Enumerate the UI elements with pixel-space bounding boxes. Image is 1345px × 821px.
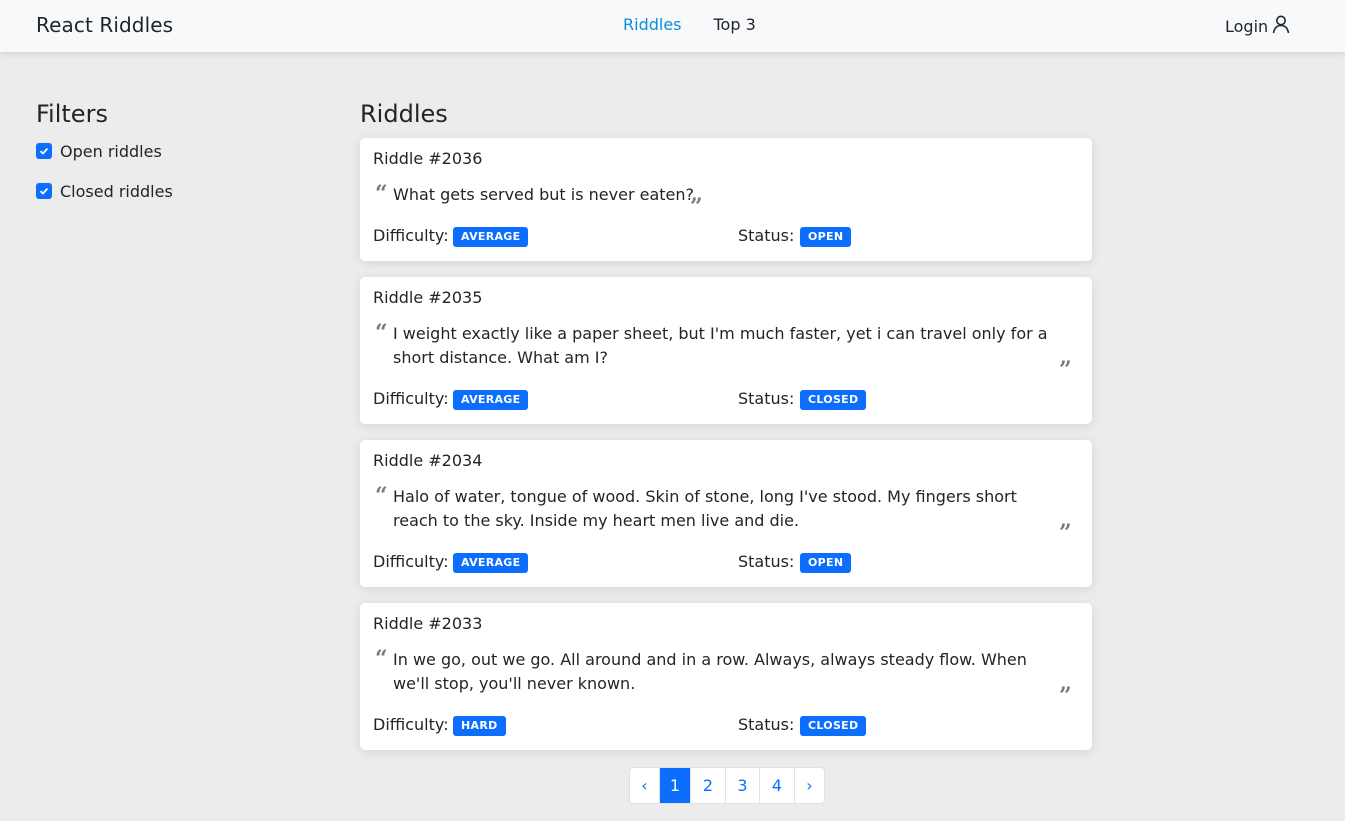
pagination-next-button[interactable]: › — [795, 768, 824, 803]
filter-label[interactable]: Open riddles — [60, 142, 162, 161]
riddles-section: Riddles — [360, 100, 1092, 139]
quote-open-icon: “ — [375, 483, 388, 509]
nav-link-top3[interactable]: Top 3 — [714, 15, 756, 34]
riddle-card: Riddle #2036 “ What gets served but is n… — [360, 138, 1092, 261]
riddle-title: Riddle #2035 — [373, 288, 483, 307]
nav-link-riddles[interactable]: Riddles — [623, 15, 682, 34]
difficulty-badge: AVERAGE — [453, 227, 529, 247]
pagination-page-3[interactable]: 3 — [726, 768, 760, 803]
riddle-card: Riddle #2034 “ Halo of water, tongue of … — [360, 440, 1092, 587]
nav-links: Riddles Top 3 — [623, 15, 756, 34]
pagination-page-2[interactable]: 2 — [691, 768, 726, 803]
quote-close-icon: ” — [1059, 357, 1072, 383]
status-label: Status: — [738, 226, 795, 245]
status-label: Status: — [738, 715, 795, 734]
riddle-title: Riddle #2033 — [373, 614, 483, 633]
riddle-text: Halo of water, tongue of wood. Skin of s… — [393, 487, 1017, 530]
riddles-title: Riddles — [360, 100, 448, 128]
filter-label[interactable]: Closed riddles — [60, 182, 173, 201]
quote-open-icon: “ — [375, 320, 388, 346]
status-badge: CLOSED — [800, 390, 867, 410]
login-label: Login — [1225, 16, 1269, 36]
quote-close-icon: ” — [1059, 683, 1072, 709]
pagination: ‹ 1 2 3 4 › — [629, 767, 825, 804]
pagination-page-1[interactable]: 1 — [660, 768, 691, 803]
pagination-page-4[interactable]: 4 — [760, 768, 795, 803]
top-navbar: React Riddles Riddles Top 3 Login — [0, 0, 1345, 52]
riddle-card: Riddle #2035 “ I weight exactly like a p… — [360, 277, 1092, 424]
riddle-card: Riddle #2033 “ In we go, out we go. All … — [360, 603, 1092, 750]
filters-title: Filters — [36, 100, 108, 128]
riddle-title: Riddle #2036 — [373, 149, 483, 168]
quote-close-icon: ” — [1059, 520, 1072, 546]
difficulty-label: Difficulty: — [373, 226, 449, 245]
riddle-title: Riddle #2034 — [373, 451, 483, 470]
check-icon — [39, 147, 49, 155]
difficulty-badge: HARD — [453, 716, 506, 736]
difficulty-label: Difficulty: — [373, 389, 449, 408]
riddle-text: I weight exactly like a paper sheet, but… — [393, 324, 1048, 367]
closed-riddles-checkbox[interactable] — [36, 183, 52, 199]
quote-open-icon: “ — [375, 646, 388, 672]
status-badge: OPEN — [800, 227, 852, 247]
open-riddles-checkbox[interactable] — [36, 143, 52, 159]
difficulty-badge: AVERAGE — [453, 553, 529, 573]
status-badge: CLOSED — [800, 716, 867, 736]
difficulty-label: Difficulty: — [373, 552, 449, 571]
quote-close-icon: ” — [690, 194, 703, 220]
check-icon — [39, 187, 49, 195]
filters-panel: Filters Open riddles Closed riddles — [36, 100, 173, 220]
login-button[interactable]: Login — [1225, 14, 1291, 38]
riddle-text: What gets served but is never eaten? — [393, 185, 695, 204]
status-label: Status: — [738, 389, 795, 408]
difficulty-badge: AVERAGE — [453, 390, 529, 410]
status-label: Status: — [738, 552, 795, 571]
riddle-text: In we go, out we go. All around and in a… — [393, 650, 1027, 693]
pagination-prev-button[interactable]: ‹ — [630, 768, 660, 803]
quote-open-icon: “ — [375, 181, 388, 207]
filter-closed-riddles[interactable]: Closed riddles — [36, 180, 173, 202]
user-icon — [1271, 14, 1291, 38]
brand-logo[interactable]: React Riddles — [36, 13, 173, 37]
difficulty-label: Difficulty: — [373, 715, 449, 734]
filter-open-riddles[interactable]: Open riddles — [36, 140, 173, 162]
status-badge: OPEN — [800, 553, 852, 573]
